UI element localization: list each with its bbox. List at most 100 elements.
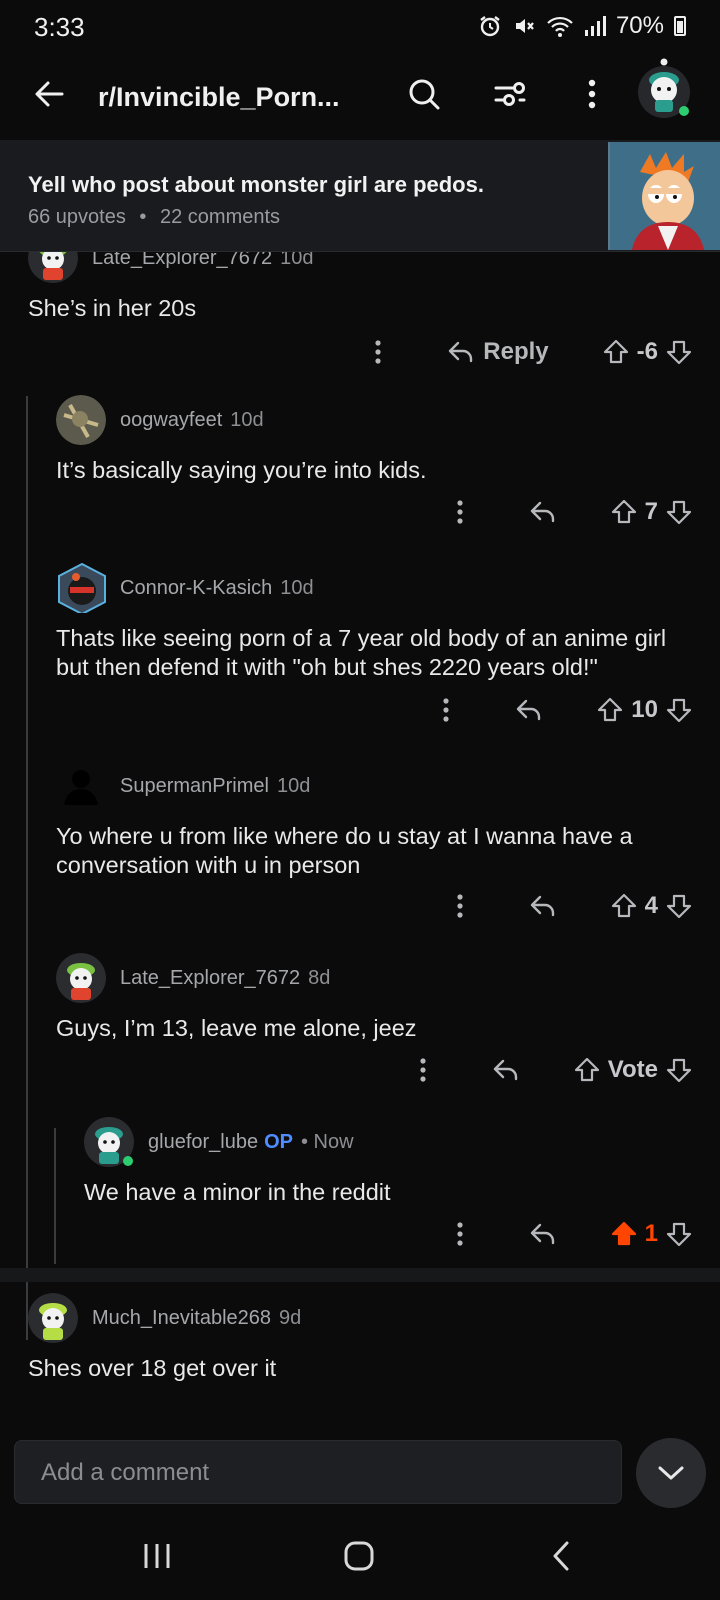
reply-icon[interactable] [529, 894, 557, 918]
comment-body: Guys, I’m 13, leave me alone, jeez [56, 1015, 417, 1041]
comment-author[interactable]: gluefor_lube [148, 1131, 258, 1154]
downvote-icon[interactable] [666, 1057, 692, 1083]
status-time: 3:33 [34, 12, 85, 42]
upvote-active-icon[interactable] [611, 1221, 637, 1247]
downvote-icon[interactable] [666, 893, 692, 919]
add-comment-input[interactable]: Add a comment [14, 1440, 622, 1504]
comment-composer-bar: Add a comment [0, 1438, 720, 1512]
upvote-icon[interactable] [611, 499, 637, 525]
comment-count: 22 comments [160, 206, 281, 228]
vote-label: Vote [607, 1056, 658, 1083]
reply-icon[interactable] [515, 698, 543, 722]
upvote-count: 66 upvotes [28, 206, 126, 228]
comment-body: Shes over 18 get over it [28, 1355, 277, 1381]
upvote-icon[interactable] [597, 697, 623, 723]
comment-actions: 7 [445, 490, 692, 534]
downvote-icon[interactable] [666, 697, 692, 723]
profile-avatar[interactable] [636, 58, 696, 120]
thread-line[interactable] [26, 396, 28, 1340]
comment-actions: Vote [408, 1048, 692, 1092]
comment-author[interactable]: Connor-K-Kasich [120, 577, 272, 600]
avatar[interactable] [28, 1293, 78, 1343]
chevron-down-icon [658, 1466, 684, 1480]
comment-body: She’s in her 20s [28, 295, 197, 321]
more-icon[interactable] [431, 698, 461, 722]
avatar[interactable] [56, 761, 106, 811]
wifi-icon [546, 14, 574, 38]
more-icon[interactable] [408, 1058, 438, 1082]
comment-age: 9d [279, 1306, 302, 1329]
comment-actions: Reply -6 [363, 330, 692, 374]
reply-icon[interactable] [529, 1222, 557, 1246]
avatar[interactable] [28, 252, 78, 283]
battery-percent: 70% [615, 12, 664, 39]
comment-age: 10d [276, 774, 311, 797]
search-icon[interactable] [402, 72, 446, 116]
avatar[interactable] [56, 563, 106, 613]
comment-body: We have a minor in the reddit [84, 1179, 391, 1205]
comment: oogwayfeet 10d It’s basically saying you… [56, 394, 692, 534]
more-options-icon[interactable] [570, 72, 614, 116]
vote-count: -6 [636, 338, 658, 365]
downvote-icon[interactable] [666, 1221, 692, 1247]
comment: Late_Explorer_7672 10d She’s in her 20s … [28, 252, 692, 374]
more-icon[interactable] [445, 894, 475, 918]
recent-apps-icon[interactable] [132, 1534, 182, 1578]
upvote-icon[interactable] [611, 893, 637, 919]
comment-actions: 1 [445, 1212, 692, 1256]
comment-age: • Now [301, 1130, 354, 1153]
avatar[interactable] [56, 953, 106, 1003]
comment-actions: 10 [431, 688, 692, 732]
vote-count: 7 [644, 498, 658, 525]
subreddit-name[interactable]: r/Invincible_Porn... [98, 82, 340, 113]
post-summary[interactable]: Yell who post about monster girl are ped… [0, 140, 720, 252]
filter-icon[interactable] [488, 72, 532, 116]
thread-divider [0, 1268, 720, 1282]
reply-button[interactable]: Reply [447, 338, 549, 366]
comment-author[interactable]: oogwayfeet [120, 409, 222, 432]
meta-separator: • [139, 206, 147, 228]
comment-author[interactable]: SupermanPrimel [120, 775, 269, 798]
reply-icon[interactable] [492, 1058, 520, 1082]
comment-actions: 4 [445, 884, 692, 928]
vote-count: 1 [644, 1220, 658, 1247]
op-badge: OP [264, 1130, 293, 1153]
post-title: Yell who post about monster girl are ped… [28, 172, 484, 197]
upvote-icon[interactable] [574, 1057, 600, 1083]
avatar[interactable] [84, 1117, 134, 1167]
back-arrow-icon[interactable] [28, 72, 72, 116]
comment-age: 10d [280, 252, 314, 269]
comment: SupermanPrimel 10d Yo where u from like … [56, 760, 692, 940]
system-nav-bar [0, 1512, 720, 1600]
signal-icon [584, 15, 606, 37]
home-icon[interactable] [334, 1534, 384, 1578]
upvote-icon[interactable] [603, 339, 629, 365]
battery-icon [674, 16, 686, 36]
post-meta: 66 upvotes • 22 comments [28, 206, 280, 229]
more-icon[interactable] [363, 340, 393, 364]
comment-body: Thats like seeing porn of a 7 year old b… [56, 625, 667, 680]
status-bar: 3:33 70% [0, 0, 720, 52]
comment-author[interactable]: Late_Explorer_7672 [92, 252, 272, 270]
reply-label: Reply [483, 338, 549, 365]
back-icon[interactable] [536, 1534, 586, 1578]
alarm-icon [478, 14, 502, 38]
comment-author[interactable]: Much_Inevitable268 [92, 1307, 271, 1330]
thread-line[interactable] [54, 1128, 56, 1264]
comment-body: Yo where u from like where do u stay at … [56, 823, 633, 878]
avatar[interactable] [56, 395, 106, 445]
reply-icon[interactable] [529, 500, 557, 524]
more-icon[interactable] [445, 500, 475, 524]
comment: gluefor_lube OP • Now We have a minor in… [84, 1116, 692, 1262]
downvote-icon[interactable] [666, 499, 692, 525]
mute-icon [512, 14, 536, 38]
comment-author[interactable]: Late_Explorer_7672 [120, 967, 300, 990]
more-icon[interactable] [445, 1222, 475, 1246]
downvote-icon[interactable] [666, 339, 692, 365]
post-thumbnail[interactable] [608, 142, 720, 250]
comment: Much_Inevitable268 9d Shes over 18 get o… [28, 1292, 692, 1412]
comment-age: 10d [280, 576, 314, 599]
vote-count: 10 [631, 696, 658, 723]
jump-next-comment-button[interactable] [636, 1438, 706, 1508]
top-app-bar: r/Invincible_Porn... [0, 52, 720, 140]
